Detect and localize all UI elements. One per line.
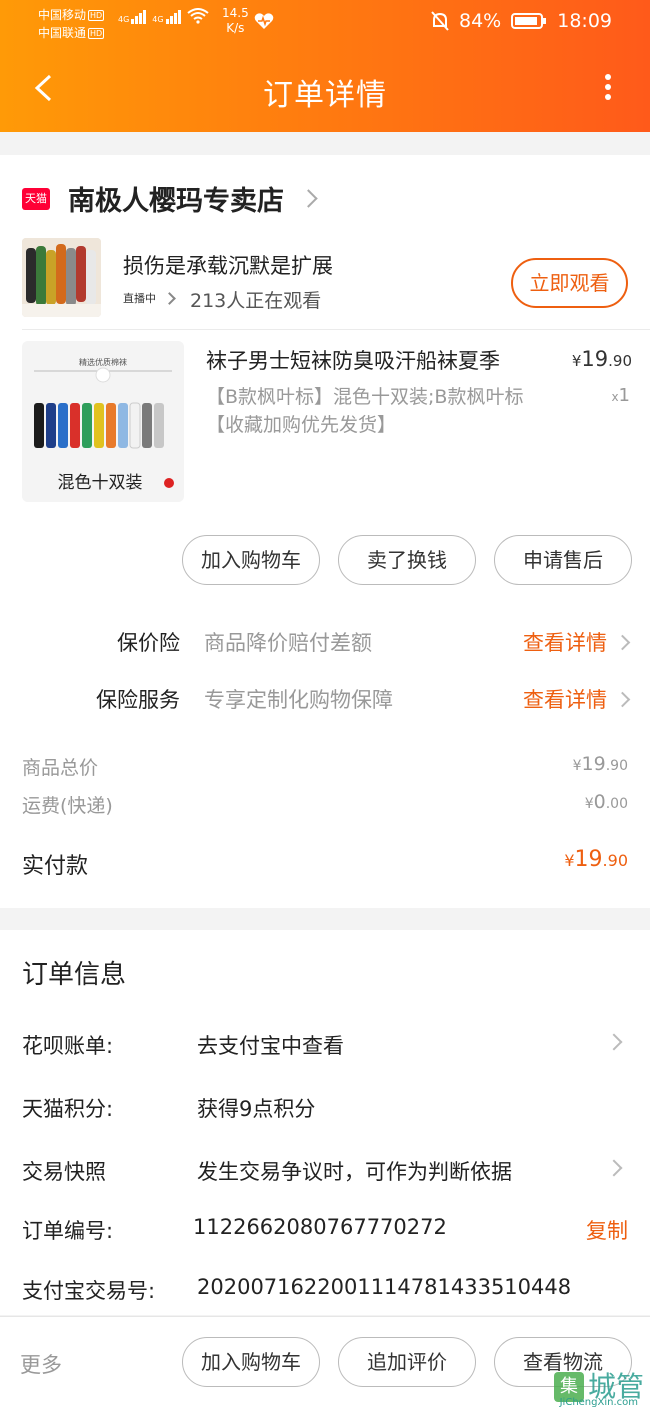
signal-icons: 4G 4G <box>118 8 209 24</box>
paid-value: ¥19.90 <box>564 847 628 872</box>
live-title: 损伤是承载沉默是扩展 <box>123 254 333 278</box>
huabei-value[interactable]: 去支付宝中查看 <box>197 1030 344 1060</box>
chevron-right-icon <box>614 634 631 650</box>
qty-value: 1 <box>618 385 630 406</box>
qty-prefix: x <box>611 390 619 404</box>
insurance-service-label: 保险服务 <box>96 688 180 712</box>
hd-badge-2: HD <box>88 28 105 39</box>
tmall-points-value: 获得9点积分 <box>197 1097 316 1121</box>
tmall-badge: 天猫 <box>22 187 50 210</box>
mute-bell-icon <box>431 11 449 31</box>
clock: 18:09 <box>557 10 612 32</box>
more-menu-button[interactable] <box>596 70 620 110</box>
snapshot-value[interactable]: 发生交易争议时，可作为判断依据 <box>197 1156 512 1186</box>
insurance-service-desc: 专享定制化购物保障 <box>204 688 393 712</box>
product-title[interactable]: 袜子男士短袜防臭吸汗船袜夏季 <box>206 345 546 375</box>
live-stream-banner[interactable]: 损伤是承载沉默是扩展 直播中 213人正在观看 立即观看 <box>22 238 632 318</box>
signal-icon-1: 4G <box>118 10 147 24</box>
bottom-action-bar: 更多 加入购物车 追加评价 查看物流 集 城管 JiChengXin.com <box>0 1316 650 1408</box>
status-right: 84% 18:09 <box>431 10 612 32</box>
net-type-1: 4G <box>118 15 130 24</box>
product-quantity: x1 <box>611 385 630 406</box>
product-spec: 【B款枫叶标】混色十双装;B款枫叶标【收藏加购优先发货】 <box>206 386 524 436</box>
chevron-right-icon[interactable] <box>605 1033 623 1051</box>
store-link[interactable]: 天猫 南极人樱玛专卖店 <box>22 179 318 218</box>
currency-symbol: ¥ <box>571 352 582 370</box>
image-caption: 混色十双装 <box>58 473 143 493</box>
view-details-text: 查看详情 <box>523 688 607 712</box>
shipping-label: 运费(快递) <box>22 795 113 817</box>
speed-unit: K/s <box>226 21 245 35</box>
net-type-2: 4G <box>152 15 164 24</box>
copy-button[interactable]: 复制 <box>586 1215 628 1245</box>
battery-percent: 84% <box>459 10 502 32</box>
order-number-label: 订单编号: <box>22 1219 114 1243</box>
order-info-title: 订单信息 <box>22 960 127 990</box>
add-to-cart-button[interactable]: 加入购物车 <box>182 535 320 585</box>
hd-badge-1: HD <box>88 10 105 21</box>
add-review-button[interactable]: 追加评价 <box>338 1337 476 1387</box>
alipay-trade-label: 支付宝交易号: <box>22 1279 156 1303</box>
snapshot-label: 交易快照 <box>22 1160 106 1184</box>
store-name: 南极人樱玛专卖店 <box>68 186 284 217</box>
product-price: ¥19.90 <box>572 347 632 371</box>
order-info-card: 订单信息 花呗账单: 去支付宝中查看 天猫积分: 获得9点积分 交易快照 发生交… <box>0 930 650 1315</box>
carrier-info: 中国移动 HD 中国联通 HD <box>38 6 105 42</box>
after-sales-button[interactable]: 申请售后 <box>494 535 632 585</box>
order-number-value: 1122662080767770272 <box>193 1215 447 1239</box>
paid-label: 实付款 <box>22 854 89 879</box>
bottom-add-to-cart-button[interactable]: 加入购物车 <box>182 1337 320 1387</box>
net-speed: 14.5 K/s <box>222 6 249 36</box>
top-header: 中国移动 HD 中国联通 HD 4G 4G 14.5 K/s 84% 18:09 订… <box>0 0 650 132</box>
divider <box>22 329 650 330</box>
view-details-text: 查看详情 <box>523 631 607 655</box>
watermark-url: JiChengXin.com <box>559 1397 638 1408</box>
price-protection-link[interactable]: 查看详情 <box>523 627 631 657</box>
page-title: 订单详情 <box>263 78 387 113</box>
order-item-card: 天猫 南极人樱玛专卖店 损伤是承载沉默是扩展 直播中 213人正在观看 立即观看 <box>0 155 650 908</box>
price-protection-desc: 商品降价赔付差额 <box>204 631 372 655</box>
heart-rate-icon <box>254 13 274 29</box>
price-decimal: .90 <box>608 352 632 370</box>
live-thumbnail <box>22 238 101 317</box>
battery-icon <box>511 13 547 29</box>
signal-icon-2: 4G <box>152 10 181 24</box>
price-protection-label: 保价险 <box>117 631 180 655</box>
more-vertical-icon <box>596 74 620 100</box>
huabei-label: 花呗账单: <box>22 1034 114 1058</box>
image-top-text: 精选优质棉袜 <box>79 357 127 367</box>
carrier-2: 中国联通 <box>38 26 87 40</box>
subtotal-label: 商品总价 <box>22 757 99 779</box>
chevron-right-icon[interactable] <box>605 1159 623 1177</box>
resell-button[interactable]: 卖了换钱 <box>338 535 476 585</box>
tmall-points-label: 天猫积分: <box>22 1097 114 1121</box>
carrier-1: 中国移动 <box>38 8 87 22</box>
shipping-value: ¥0.00 <box>584 791 628 813</box>
live-status: 直播中 <box>123 292 156 305</box>
live-viewers: 213人正在观看 <box>190 290 322 312</box>
watch-now-button[interactable]: 立即观看 <box>511 258 628 308</box>
wifi-icon <box>186 8 209 24</box>
chevron-right-icon <box>163 292 176 305</box>
alipay-trade-value: 2020071622001114781433510448 <box>197 1275 572 1299</box>
price-integer: 19 <box>581 347 609 371</box>
more-button[interactable]: 更多 <box>20 1349 62 1379</box>
speed-value: 14.5 <box>222 6 249 20</box>
chevron-right-icon <box>614 691 631 707</box>
insurance-service-link[interactable]: 查看详情 <box>523 684 631 714</box>
chevron-right-icon <box>299 189 318 208</box>
subtotal-value: ¥19.90 <box>572 753 628 775</box>
product-image[interactable]: 精选优质棉袜 混色十双装 <box>22 341 184 502</box>
